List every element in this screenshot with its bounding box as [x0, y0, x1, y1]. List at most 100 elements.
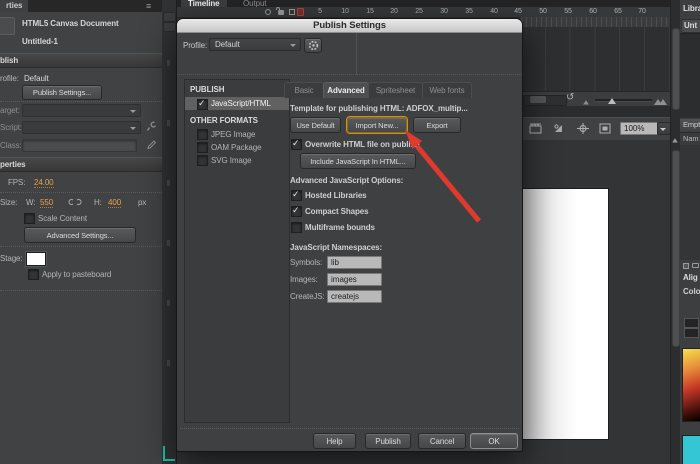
stage-zoom-input[interactable]: [620, 122, 658, 135]
timeline-zoom-slider[interactable]: [595, 99, 652, 102]
format-row[interactable]: OAM Package: [185, 141, 289, 154]
height-value[interactable]: 400: [108, 198, 121, 208]
scroll-up-icon[interactable]: [672, 136, 678, 143]
images-input[interactable]: [327, 273, 382, 286]
tool-button[interactable]: [163, 12, 176, 22]
apply-pasteboard-checkbox[interactable]: [28, 269, 39, 280]
help-button[interactable]: Help: [313, 433, 356, 449]
timeline-zoom-slider-thumb[interactable]: [608, 94, 616, 104]
show-hide-layers-icon[interactable]: [265, 9, 271, 15]
separator: [0, 101, 162, 102]
profile-options-gear-button[interactable]: [304, 38, 322, 53]
dialog-profile-dropdown[interactable]: Default: [209, 38, 301, 51]
fps-value[interactable]: 24.00: [34, 178, 54, 188]
tab-webfonts[interactable]: Web fonts: [422, 82, 472, 98]
oam-package-checkbox[interactable]: [197, 142, 208, 153]
document-name[interactable]: Untitled-1: [22, 37, 58, 46]
target-dropdown[interactable]: [22, 104, 141, 117]
compact-shapes-checkbox[interactable]: [291, 205, 302, 217]
format-row-selected[interactable]: JavaScript/HTML: [185, 97, 289, 110]
tab-color[interactable]: Colo: [683, 287, 700, 296]
format-label: SVG Image: [211, 156, 252, 165]
format-row[interactable]: JPEG Image: [185, 128, 289, 141]
gear-icon: [308, 40, 318, 51]
library-list[interactable]: [680, 145, 700, 260]
publish-settings-button[interactable]: Publish Settings...: [22, 85, 102, 100]
class-input[interactable]: [22, 139, 137, 152]
tool-icon[interactable]: [167, 360, 170, 366]
tool-icon[interactable]: [167, 180, 170, 186]
advanced-settings-button[interactable]: Advanced Settings...: [24, 227, 136, 243]
format-label: JPEG Image: [211, 130, 256, 139]
createjs-input[interactable]: [327, 290, 382, 303]
use-default-button[interactable]: Use Default: [290, 117, 341, 133]
images-label: Images:: [290, 275, 318, 284]
tab-advanced[interactable]: Advanced: [323, 82, 369, 98]
new-symbol-icon[interactable]: [683, 263, 689, 269]
library-document-dropdown[interactable]: Unt: [681, 19, 700, 33]
cancel-button[interactable]: Cancel: [418, 433, 466, 449]
tool-icon[interactable]: [167, 60, 170, 66]
script-dropdown[interactable]: [22, 121, 141, 134]
import-new-button[interactable]: Import New...: [347, 117, 407, 133]
properties-section-header[interactable]: perties: [0, 157, 162, 172]
publish-section-header[interactable]: blish: [0, 53, 162, 68]
symbols-input[interactable]: [327, 256, 382, 269]
library-name-column-header[interactable]: Nam: [680, 132, 700, 146]
tab-basic[interactable]: Basic: [284, 82, 324, 98]
lock-layers-icon[interactable]: [278, 10, 284, 15]
multiframe-bounds-checkbox[interactable]: [291, 222, 302, 233]
include-javascript-button[interactable]: Include JavaScript In HTML...: [300, 153, 416, 169]
tool-icon[interactable]: [167, 120, 170, 126]
cancel-button-label: Cancel: [429, 436, 455, 446]
link-dimensions-icon[interactable]: [68, 197, 82, 207]
scale-content-checkbox[interactable]: [24, 213, 35, 224]
clip-content-icon[interactable]: [599, 123, 611, 134]
new-folder-icon[interactable]: [692, 263, 699, 268]
playhead-marker[interactable]: [297, 8, 304, 16]
scrollbar-thumb[interactable]: [672, 150, 680, 347]
svg-image-checkbox[interactable]: [197, 155, 208, 166]
clapperboard-icon[interactable]: [529, 123, 542, 134]
fill-color-chip[interactable]: [684, 318, 699, 328]
reset-playhead-icon[interactable]: ↺: [566, 92, 574, 103]
width-value[interactable]: 550: [40, 198, 53, 208]
format-row[interactable]: SVG Image: [185, 154, 289, 167]
rotate-tool-icon[interactable]: [553, 123, 565, 134]
tab-properties[interactable]: rties: [0, 0, 29, 12]
wrench-icon[interactable]: [146, 121, 157, 132]
javascript-html-checkbox[interactable]: [197, 98, 208, 110]
tab-spritesheet[interactable]: Spritesheet: [368, 82, 423, 98]
timeline-hscrollbar-thumb[interactable]: [530, 96, 546, 103]
ok-button[interactable]: OK: [470, 433, 518, 449]
jpeg-image-checkbox[interactable]: [197, 129, 208, 140]
tool-icon[interactable]: [167, 240, 170, 246]
document-icon: [0, 17, 15, 35]
hosted-libraries-checkbox[interactable]: [291, 189, 302, 201]
frame-view-icon[interactable]: [583, 98, 589, 105]
teal-corner-tool-icon[interactable]: [163, 446, 175, 461]
stage-canvas[interactable]: [521, 188, 609, 440]
dialog-titlebar[interactable]: Publish Settings: [177, 19, 522, 33]
stage-color-swatch[interactable]: [26, 252, 46, 266]
pencil-icon[interactable]: [146, 139, 157, 150]
center-stage-icon[interactable]: [577, 123, 589, 134]
outline-layers-icon[interactable]: [289, 9, 295, 15]
tab-library[interactable]: Libra: [683, 4, 700, 13]
timeline-frames-area[interactable]: [521, 27, 672, 91]
frame-number: 40: [490, 8, 498, 15]
stroke-color-chip[interactable]: [684, 328, 699, 338]
tool-button[interactable]: [163, 22, 176, 32]
import-new-button-label: Import New...: [355, 120, 399, 130]
zoom-in-frames-icon[interactable]: [659, 95, 667, 105]
tool-icon[interactable]: [167, 300, 170, 306]
tab-align[interactable]: Alig: [683, 273, 698, 282]
export-button[interactable]: Export: [413, 117, 461, 133]
cyan-color-swatch[interactable]: [682, 435, 700, 464]
dialog-publish-button[interactable]: Publish: [365, 433, 411, 449]
stage-zoom-dropdown-button[interactable]: [657, 122, 671, 135]
scrollbar-thumb[interactable]: [672, 28, 680, 110]
overwrite-html-checkbox[interactable]: [291, 138, 302, 150]
color-spectrum-swatch[interactable]: [682, 348, 700, 422]
panel-menu-icon[interactable]: ≡: [146, 1, 151, 11]
